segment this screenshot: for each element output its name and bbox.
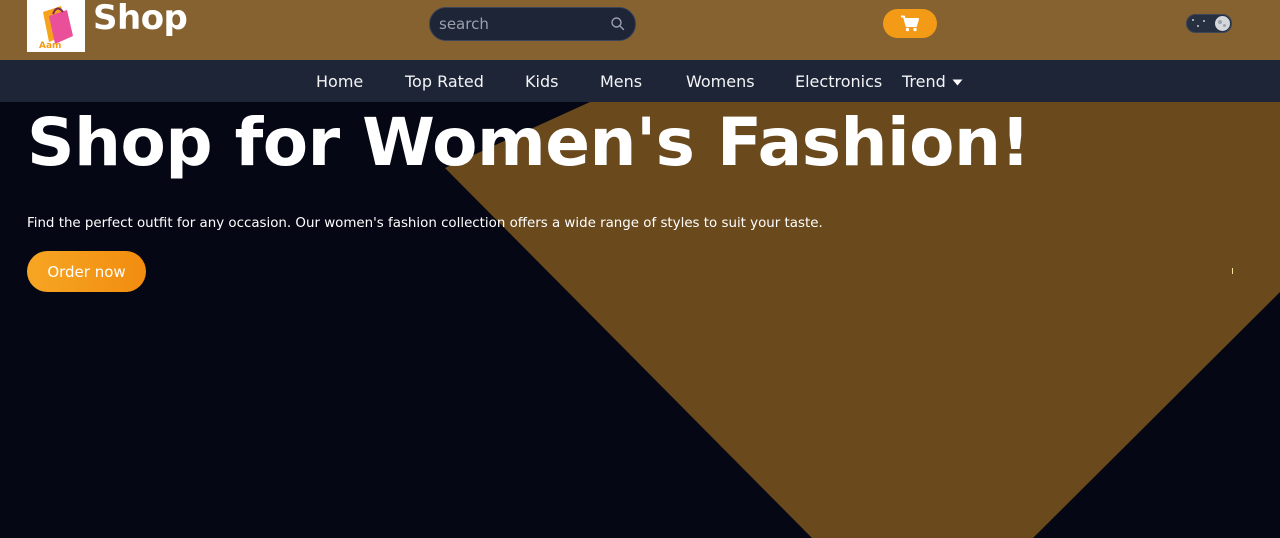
hero-title: Shop for Women's Fashion! [27, 104, 1031, 181]
nav-item-mens[interactable]: Mens [600, 72, 642, 91]
nav-item-kids[interactable]: Kids [525, 72, 558, 91]
order-now-button[interactable]: Order now [27, 251, 146, 292]
nav-dropdown-trend[interactable]: Trend [902, 72, 963, 91]
main-nav: Home Top Rated Kids Mens Womens Electron… [0, 60, 1280, 102]
moon-icon [1215, 16, 1230, 31]
nav-dropdown-label: Trend [902, 72, 946, 91]
cart-button[interactable] [883, 9, 937, 38]
cart-icon [901, 15, 919, 32]
nav-item-home[interactable]: Home [316, 72, 363, 91]
svg-text:Aam: Aam [39, 41, 61, 50]
star-icon [1203, 20, 1205, 22]
nav-item-womens[interactable]: Womens [686, 72, 755, 91]
caret-down-icon [952, 79, 963, 86]
star-icon [1192, 19, 1194, 21]
nav-item-electronics[interactable]: Electronics [795, 72, 882, 91]
search-bar [429, 7, 636, 41]
hero-description: Find the perfect outfit for any occasion… [27, 216, 823, 231]
header: Aam Shop [0, 0, 1280, 60]
shopping-bag-logo-icon: Aam [39, 6, 73, 50]
nav-item-top-rated[interactable]: Top Rated [405, 72, 484, 91]
search-icon[interactable] [610, 16, 626, 32]
brand-name[interactable]: Shop [93, 0, 188, 38]
decorative-mark [1232, 268, 1233, 274]
moon-crater [1223, 24, 1226, 27]
search-input[interactable] [430, 8, 600, 40]
logo[interactable]: Aam [27, 0, 85, 52]
dark-mode-toggle[interactable] [1186, 14, 1232, 33]
star-icon [1197, 25, 1199, 27]
moon-crater [1218, 20, 1222, 24]
